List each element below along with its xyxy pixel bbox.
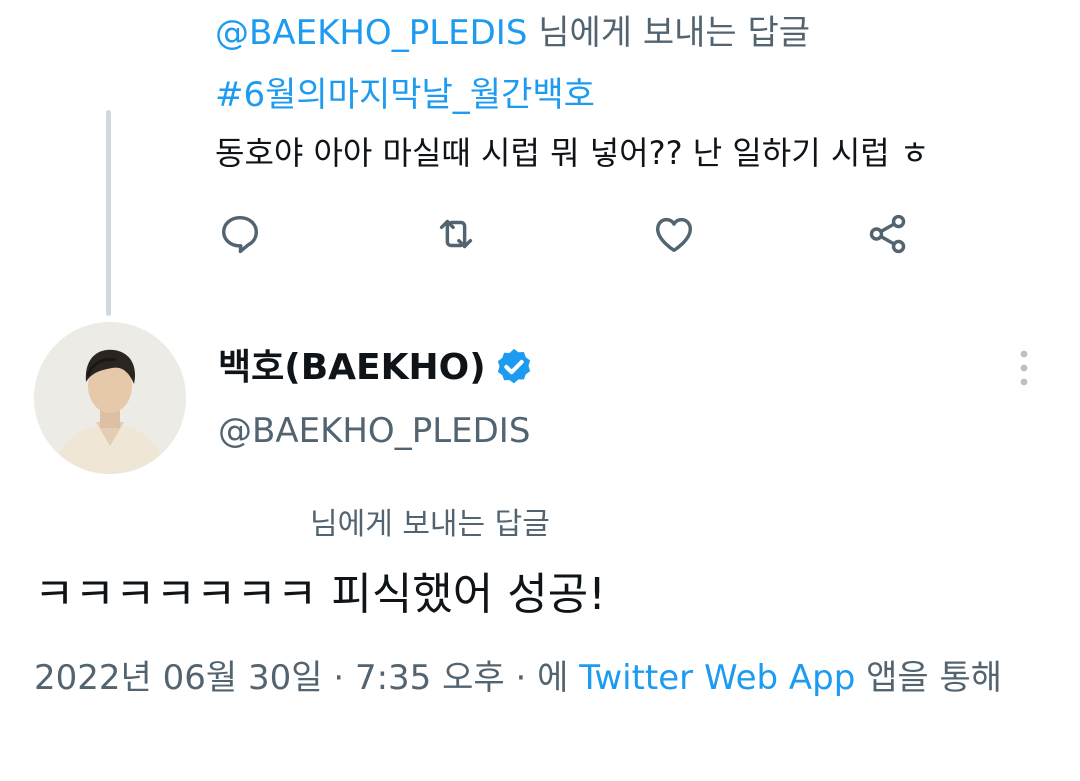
thread-connector-line: [106, 110, 111, 316]
retweet-button[interactable]: [430, 208, 482, 260]
comment-icon: [221, 215, 259, 254]
meta-separator: ·: [504, 658, 538, 698]
reply-to-mention-link[interactable]: @BAEKHO_PLEDIS: [215, 13, 527, 53]
via-suffix: 앱을 통해: [855, 658, 1003, 698]
user-handle[interactable]: @BAEKHO_PLEDIS: [218, 406, 530, 456]
verified-badge-icon: [497, 348, 531, 384]
hashtag-link[interactable]: #6월의마지막날_월간백호: [215, 70, 595, 120]
tweet-text: ㅋㅋㅋㅋㅋㅋㅋ 피식했어 성공!: [34, 569, 606, 620]
share-icon: [869, 214, 906, 254]
avatar[interactable]: [34, 322, 186, 474]
tweet-date[interactable]: 2022년 06월 30일: [34, 658, 323, 698]
more-options-icon[interactable]: [1008, 346, 1040, 390]
reply-button[interactable]: [214, 208, 266, 260]
via-prefix: 에: [537, 658, 580, 698]
tweet-metadata: 2022년 06월 30일 · 7:35 오후 · 에 Twitter Web …: [34, 650, 1034, 706]
reply-context: @BAEKHO_PLEDIS 님에게 보내는 답글: [215, 8, 810, 58]
reply-to-label: 님에게 보내는 답글: [310, 507, 550, 542]
source-app-link[interactable]: Twitter Web App: [579, 658, 855, 698]
avatar-image: [34, 322, 186, 474]
like-button[interactable]: [648, 208, 700, 260]
reply-to-suffix: 님에게 보내는 답글: [527, 13, 811, 53]
display-name[interactable]: 백호(BAEKHO): [218, 340, 486, 396]
share-button[interactable]: [862, 208, 914, 260]
heart-icon: [655, 217, 693, 253]
tweet-time[interactable]: 7:35 오후: [355, 658, 505, 698]
retweet-icon: [439, 219, 473, 249]
parent-tweet-text: 동호야 아아 마실때 시럽 뭐 넣어?? 난 일하기 시럽 ㅎ: [215, 134, 930, 172]
meta-separator: ·: [322, 658, 355, 698]
